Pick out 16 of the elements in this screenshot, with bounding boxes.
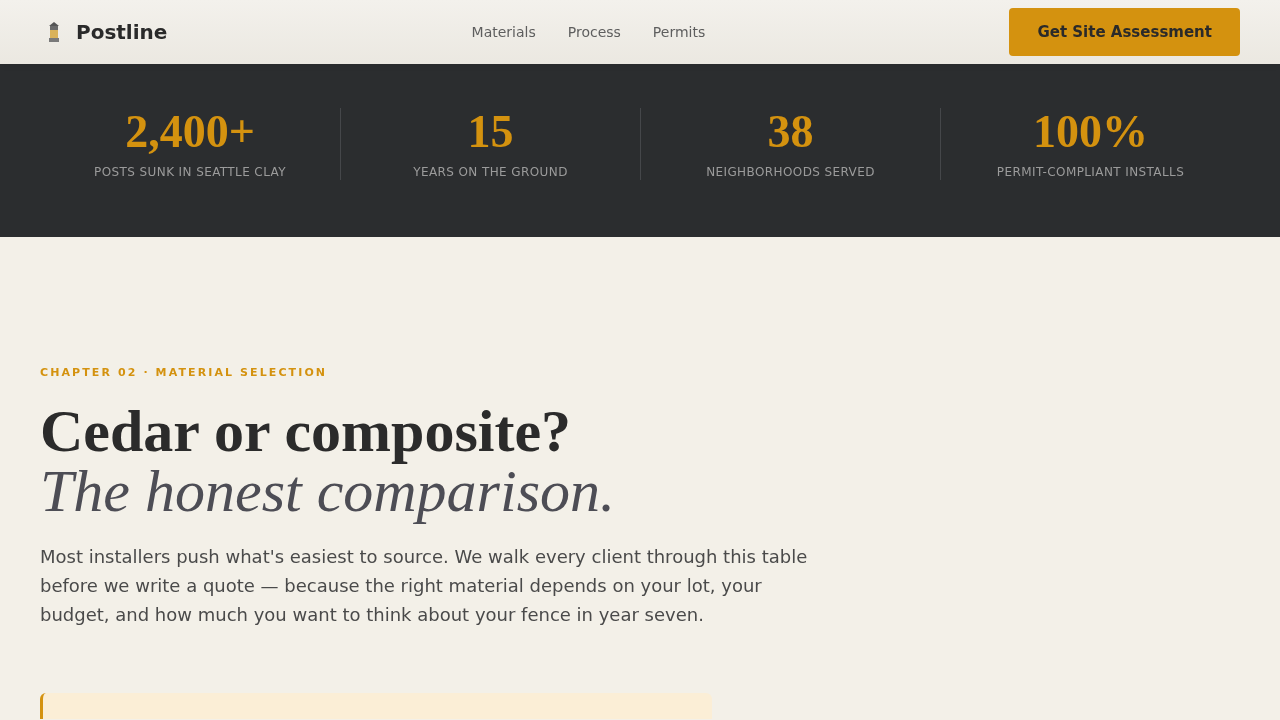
stat-value: 15 xyxy=(467,109,514,155)
stat-label: PERMIT-COMPLIANT INSTALLS xyxy=(996,165,1185,179)
stat-label: YEARS ON THE GROUND xyxy=(413,165,568,179)
stat-label: POSTS SUNK IN SEATTLE CLAY xyxy=(94,165,286,179)
site-assessment-button[interactable]: Get Site Assessment xyxy=(1009,8,1240,56)
stat-value: 2,400+ xyxy=(125,109,255,155)
fence-post-icon xyxy=(48,22,60,42)
chapter-eyebrow: CHAPTER 02 · MATERIAL SELECTION xyxy=(40,367,328,379)
intro-paragraph: Most installers push what's easiest to source. We walk every client through this table before we write a quote — because the right material depends on your lot, your budget, and how much you want to think about your fence in year seven. xyxy=(40,545,809,627)
stat-value: 100% xyxy=(1033,109,1148,155)
stat-value: 38 xyxy=(767,109,814,155)
nav-link[interactable]: Materials xyxy=(471,24,536,40)
nav-link[interactable]: Permits xyxy=(652,24,706,40)
stat-label: NEIGHBORHOODS SERVED xyxy=(706,165,875,179)
brand-name: Postline xyxy=(76,20,168,44)
nav-link[interactable]: Process xyxy=(567,24,621,40)
